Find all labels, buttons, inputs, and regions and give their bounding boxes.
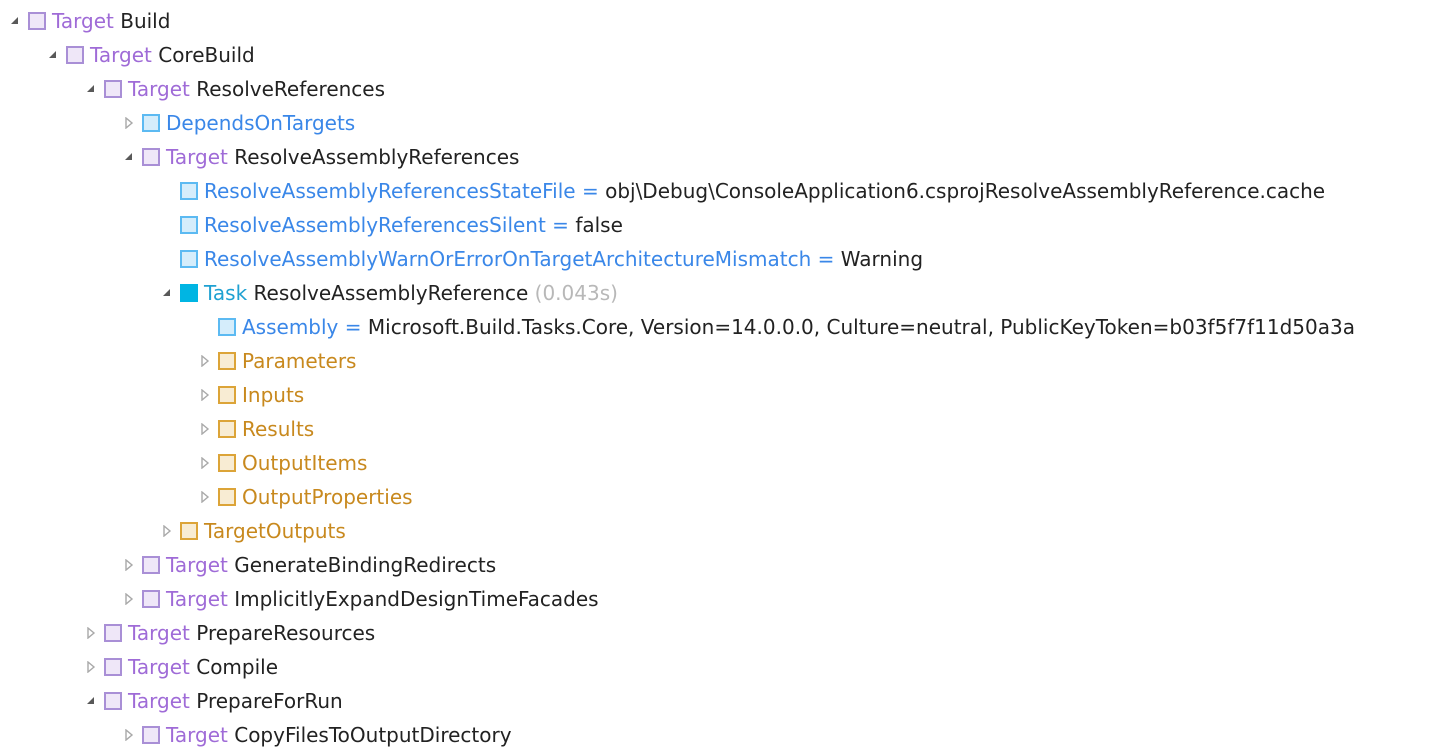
tree-node[interactable]: Target Compile (8, 650, 1445, 684)
tree-node-label: OutputProperties (242, 480, 413, 514)
tree-node-label: Assembly = Microsoft.Build.Tasks.Core, V… (242, 310, 1355, 344)
tree-node[interactable]: OutputItems (8, 446, 1445, 480)
tree-node-label: Target PrepareResources (128, 616, 375, 650)
expander-closed-icon[interactable] (84, 626, 98, 640)
tree-node[interactable]: Target Build (8, 4, 1445, 38)
tree-node-label: Target ImplicitlyExpandDesignTimeFacades (166, 582, 599, 616)
tree-node-label: TargetOutputs (204, 514, 346, 548)
expander-spacer (160, 184, 174, 198)
expander-open-icon[interactable] (46, 48, 60, 62)
expander-closed-icon[interactable] (160, 524, 174, 538)
expander-spacer (160, 218, 174, 232)
folder-icon (218, 420, 236, 438)
expander-closed-icon[interactable] (84, 660, 98, 674)
folder-icon (218, 454, 236, 472)
tree-node-label: DependsOnTargets (166, 106, 355, 140)
expander-open-icon[interactable] (84, 694, 98, 708)
expander-open-icon[interactable] (122, 150, 136, 164)
tree-node[interactable]: Target PrepareForRun (8, 684, 1445, 718)
folder-icon (180, 522, 198, 540)
folder-icon (218, 352, 236, 370)
expander-open-icon[interactable] (84, 82, 98, 96)
tree-node-label: Target ResolveReferences (128, 72, 385, 106)
target-icon (104, 658, 122, 676)
property-icon (180, 182, 198, 200)
expander-closed-icon[interactable] (122, 116, 136, 130)
tree-node[interactable]: Target ResolveReferences (8, 72, 1445, 106)
expander-closed-icon[interactable] (198, 354, 212, 368)
tree-node[interactable]: Target ImplicitlyExpandDesignTimeFacades (8, 582, 1445, 616)
tree-node[interactable]: Target GenerateBindingRedirects (8, 548, 1445, 582)
tree-node-label: Inputs (242, 378, 304, 412)
tree-node[interactable]: Target CopyFilesToOutputDirectory (8, 718, 1445, 752)
property-icon (142, 114, 160, 132)
property-icon (218, 318, 236, 336)
target-icon (142, 726, 160, 744)
tree-node[interactable]: Assembly = Microsoft.Build.Tasks.Core, V… (8, 310, 1445, 344)
expander-spacer (198, 320, 212, 334)
tree-node[interactable]: OutputProperties (8, 480, 1445, 514)
tree-node[interactable]: ResolveAssemblyReferencesSilent = false (8, 208, 1445, 242)
tree-node-label: Task ResolveAssemblyReference (0.043s) (204, 276, 618, 310)
expander-open-icon[interactable] (8, 14, 22, 28)
tree-node[interactable]: DependsOnTargets (8, 106, 1445, 140)
tree-node[interactable]: Task ResolveAssemblyReference (0.043s) (8, 276, 1445, 310)
task-icon (180, 284, 198, 302)
tree-node-label: Target Build (52, 4, 170, 38)
expander-closed-icon[interactable] (198, 456, 212, 470)
tree-node-label: Target CopyFilesToOutputDirectory (166, 718, 512, 752)
tree-node-label: OutputItems (242, 446, 367, 480)
tree-node[interactable]: TargetOutputs (8, 514, 1445, 548)
tree-node[interactable]: Inputs (8, 378, 1445, 412)
tree-node-label: Parameters (242, 344, 356, 378)
tree-node[interactable]: Parameters (8, 344, 1445, 378)
target-icon (66, 46, 84, 64)
expander-closed-icon[interactable] (122, 592, 136, 606)
expander-closed-icon[interactable] (122, 558, 136, 572)
tree-node[interactable]: Target CoreBuild (8, 38, 1445, 72)
tree-node[interactable]: Results (8, 412, 1445, 446)
folder-icon (218, 386, 236, 404)
target-icon (142, 148, 160, 166)
tree-node-label: ResolveAssemblyWarnOrErrorOnTargetArchit… (204, 242, 923, 276)
tree-node-label: ResolveAssemblyReferencesStateFile = obj… (204, 174, 1325, 208)
folder-icon (218, 488, 236, 506)
expander-closed-icon[interactable] (198, 422, 212, 436)
target-icon (104, 624, 122, 642)
msbuild-log-tree: Target BuildTarget CoreBuildTarget Resol… (8, 4, 1445, 752)
tree-node-label: Target CoreBuild (90, 38, 255, 72)
tree-node-label: Target Compile (128, 650, 278, 684)
tree-node-label: Results (242, 412, 314, 446)
expander-spacer (160, 252, 174, 266)
expander-open-icon[interactable] (160, 286, 174, 300)
property-icon (180, 250, 198, 268)
tree-node-label: Target PrepareForRun (128, 684, 343, 718)
property-icon (180, 216, 198, 234)
tree-node-label: ResolveAssemblyReferencesSilent = false (204, 208, 623, 242)
target-icon (28, 12, 46, 30)
tree-node-label: Target GenerateBindingRedirects (166, 548, 496, 582)
tree-node-label: Target ResolveAssemblyReferences (166, 140, 519, 174)
tree-node[interactable]: ResolveAssemblyWarnOrErrorOnTargetArchit… (8, 242, 1445, 276)
expander-closed-icon[interactable] (198, 388, 212, 402)
target-icon (104, 80, 122, 98)
tree-node[interactable]: Target ResolveAssemblyReferences (8, 140, 1445, 174)
tree-node[interactable]: Target PrepareResources (8, 616, 1445, 650)
target-icon (142, 556, 160, 574)
expander-closed-icon[interactable] (198, 490, 212, 504)
target-icon (142, 590, 160, 608)
expander-closed-icon[interactable] (122, 728, 136, 742)
tree-node[interactable]: ResolveAssemblyReferencesStateFile = obj… (8, 174, 1445, 208)
target-icon (104, 692, 122, 710)
